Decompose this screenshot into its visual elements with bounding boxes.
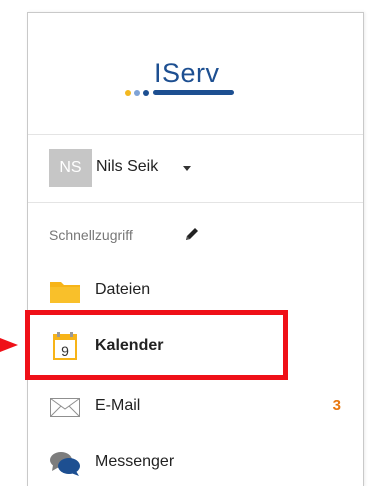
envelope-icon bbox=[50, 398, 80, 417]
page: IServ NS Nils Seik Schnellzugriff Dateie… bbox=[0, 0, 376, 486]
folder-icon bbox=[50, 282, 80, 303]
logo-underline bbox=[153, 90, 234, 95]
sidebar: IServ NS Nils Seik Schnellzugriff Dateie… bbox=[27, 12, 364, 486]
quick-access-header: Schnellzugriff bbox=[28, 203, 363, 263]
pencil-icon[interactable] bbox=[183, 225, 201, 243]
calendar-icon: 9 bbox=[53, 332, 77, 360]
chat-bubbles-icon bbox=[50, 452, 80, 476]
annotation-arrow-tip bbox=[0, 338, 18, 352]
unread-count-badge: 3 bbox=[332, 397, 341, 414]
sidebar-item-kalender[interactable]: 9 Kalender bbox=[28, 319, 363, 375]
sidebar-item-label: E-Mail bbox=[95, 397, 141, 414]
sidebar-item-email[interactable]: E-Mail 3 bbox=[28, 379, 363, 435]
user-name: Nils Seik bbox=[96, 158, 159, 175]
logo-dot-darkblue bbox=[143, 90, 149, 96]
quick-access-label: Schnellzugriff bbox=[49, 227, 133, 243]
calendar-day-number: 9 bbox=[61, 343, 69, 359]
logo-text: IServ bbox=[154, 58, 220, 88]
logo-dot-yellow bbox=[125, 90, 131, 96]
logo-area[interactable]: IServ bbox=[28, 13, 363, 135]
avatar: NS bbox=[49, 149, 92, 187]
sidebar-item-messenger[interactable]: Messenger bbox=[28, 435, 363, 486]
user-menu[interactable]: NS Nils Seik bbox=[28, 135, 363, 203]
sidebar-item-label: Dateien bbox=[95, 281, 151, 298]
sidebar-item-label: Kalender bbox=[95, 337, 164, 354]
logo-dot-lightblue bbox=[134, 90, 140, 96]
sidebar-item-dateien[interactable]: Dateien bbox=[28, 263, 363, 319]
caret-down-icon bbox=[183, 166, 191, 171]
sidebar-item-label: Messenger bbox=[95, 453, 175, 470]
